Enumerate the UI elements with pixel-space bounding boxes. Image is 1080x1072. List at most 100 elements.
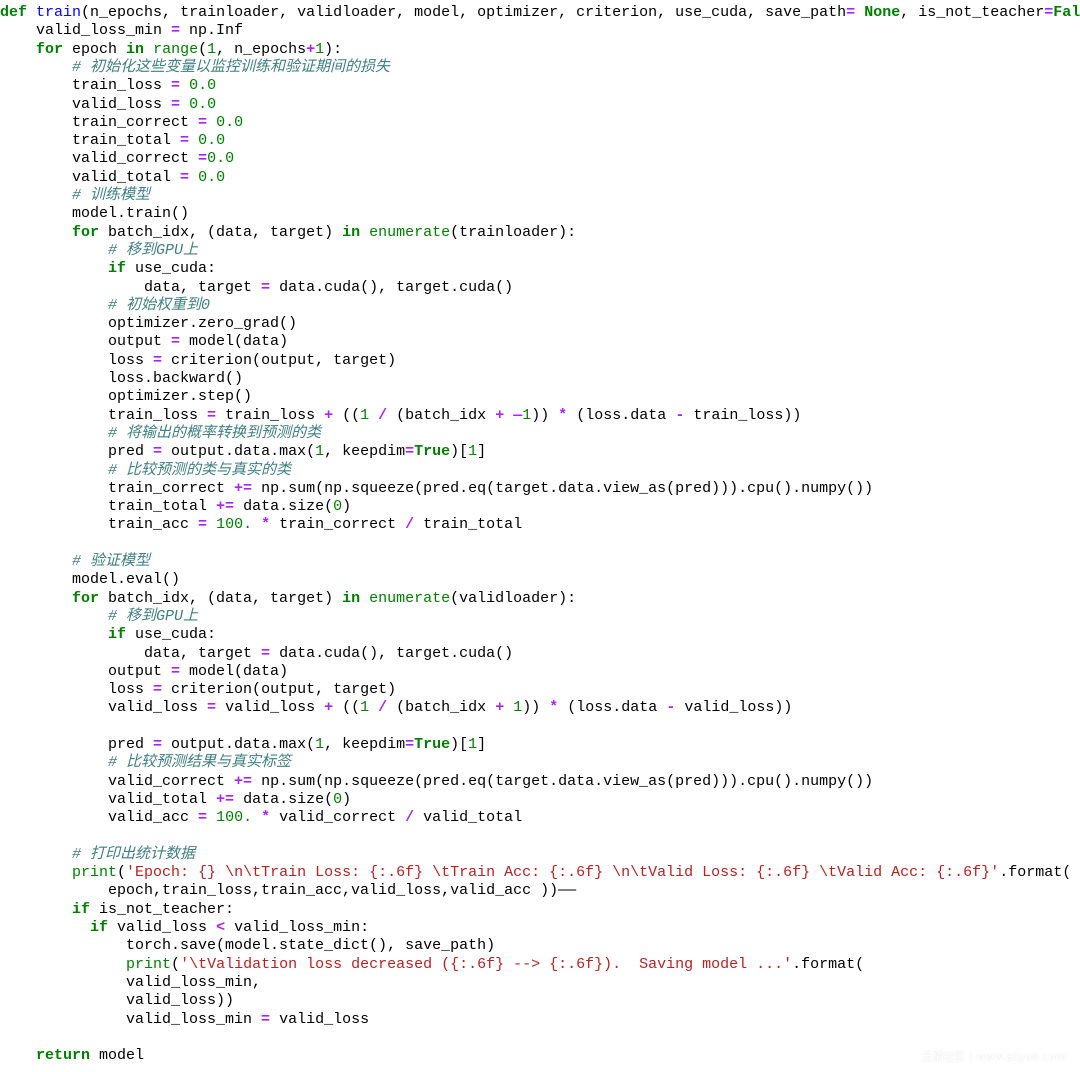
code-editor[interactable]: def train(n_epochs, trainloader, validlo… <box>0 0 1080 1072</box>
code-line: valid_correct += np.sum(np.squeeze(pred.… <box>0 773 873 791</box>
code-token: model <box>90 1047 145 1065</box>
code-line: train_total += data.size(0) <box>0 498 351 516</box>
operator-token: * <box>261 809 271 827</box>
operator-token: = <box>171 95 181 113</box>
code-token: data.cuda(), target.cuda() <box>270 644 514 662</box>
code-line: valid_loss_min = np.Inf <box>0 22 243 40</box>
code-line: output = model(data) <box>0 663 288 681</box>
code-token: loss <box>0 681 154 699</box>
code-line: epoch,train_loss,train_acc,valid_loss,va… <box>0 882 576 900</box>
operator-token: = <box>1044 4 1054 21</box>
code-token: ) <box>342 498 352 516</box>
number-token: 0.0 <box>189 77 217 95</box>
number-token: 1 <box>315 443 325 461</box>
code-token: model.train() <box>0 205 190 223</box>
code-token: data, target <box>0 644 262 662</box>
operator-token: = <box>153 736 163 753</box>
code-token: valid_correct <box>270 809 406 827</box>
number-token: 1 <box>468 443 478 461</box>
code-line: # 比较预测结果与真实标签 <box>0 754 291 772</box>
operator-token: = <box>405 736 415 753</box>
operator-token: = <box>171 77 181 95</box>
code-line: valid_total = 0.0 <box>0 169 225 187</box>
operator-token: += <box>216 498 235 516</box>
comment-token: # 打印出统计数据 <box>72 845 196 863</box>
code-token: model(data) <box>180 333 289 351</box>
code-line: def train(n_epochs, trainloader, validlo… <box>0 4 1080 22</box>
code-token: (trainloader): <box>450 223 577 241</box>
operator-token: * <box>558 406 568 424</box>
code-line: data, target = data.cuda(), target.cuda(… <box>0 279 513 297</box>
number-token: 1 <box>522 406 532 424</box>
code-token: train_correct <box>0 113 199 131</box>
code-token: )[ <box>450 443 469 461</box>
code-token: epoch <box>63 40 127 58</box>
operator-token: = <box>198 516 208 534</box>
code-line: valid_correct =0.0 <box>0 150 234 168</box>
operator-token: = <box>171 22 181 40</box>
operator-token: / <box>405 809 415 827</box>
code-token: optimizer.step() <box>0 388 253 406</box>
code-line: torch.save(model.state_dict(), save_path… <box>0 937 495 955</box>
code-line: valid_loss_min, <box>0 974 261 992</box>
code-token: , keepdim <box>324 443 406 461</box>
keyword-token: True <box>414 443 451 461</box>
code-token: output.data.max( <box>162 736 316 753</box>
operator-token: = <box>261 644 271 662</box>
code-line: train_loss = 0.0 <box>0 77 216 95</box>
operator-token: = <box>261 278 271 296</box>
number-token: 1 <box>513 699 523 717</box>
string-token: '\tValidation loss decreased ({:.6f} -->… <box>180 955 793 973</box>
code-line: pred = output.data.max(1, keepdim=True)[… <box>0 443 486 461</box>
code-line: optimizer.zero_grad() <box>0 315 297 333</box>
keyword-token: in <box>342 589 361 607</box>
code-line: train_acc = 100. * train_correct / train… <box>0 516 522 534</box>
number-token: 1 <box>360 406 370 424</box>
code-line: loss = criterion(output, target) <box>0 352 396 370</box>
code-token: )[ <box>450 736 469 753</box>
keyword-token: in <box>342 223 361 241</box>
code-token: data.cuda(), target.cuda() <box>270 278 514 296</box>
comment-token: # 将输出的概率转换到预测的类 <box>108 424 322 442</box>
number-token: 1 <box>360 699 370 717</box>
keyword-token: in <box>126 40 145 58</box>
number-token: 1 <box>315 736 325 753</box>
operator-token: = <box>405 443 415 461</box>
code-line: # 移到GPU上 <box>0 242 198 260</box>
watermark-text: 云栖社区 | www.aliyun.com <box>921 1050 1066 1063</box>
operator-token: = <box>180 168 190 186</box>
code-token: (( <box>333 406 361 424</box>
operator-token: = <box>207 699 217 717</box>
code-token: data.size( <box>234 790 334 808</box>
code-line: # 训练模型 <box>0 187 150 205</box>
keyword-token: def <box>0 4 28 21</box>
code-line: valid_acc = 100. * valid_correct / valid… <box>0 809 522 827</box>
code-line: output = model(data) <box>0 333 288 351</box>
code-token: valid_loss <box>216 699 325 717</box>
operator-token: + <box>495 699 505 717</box>
comment-token: # 移到GPU上 <box>108 241 199 259</box>
operator-token: / <box>378 699 388 717</box>
number-token: 1 <box>207 40 217 58</box>
code-line: loss.backward() <box>0 370 243 388</box>
code-line: for batch_idx, (data, target) in enumera… <box>0 590 576 608</box>
comment-token: # 训练模型 <box>72 187 151 204</box>
code-token: )) <box>531 406 559 424</box>
operator-token: + <box>495 406 505 424</box>
operator-token: = <box>153 351 163 369</box>
keyword-token: if <box>72 900 91 918</box>
code-token: train_total <box>414 516 523 534</box>
